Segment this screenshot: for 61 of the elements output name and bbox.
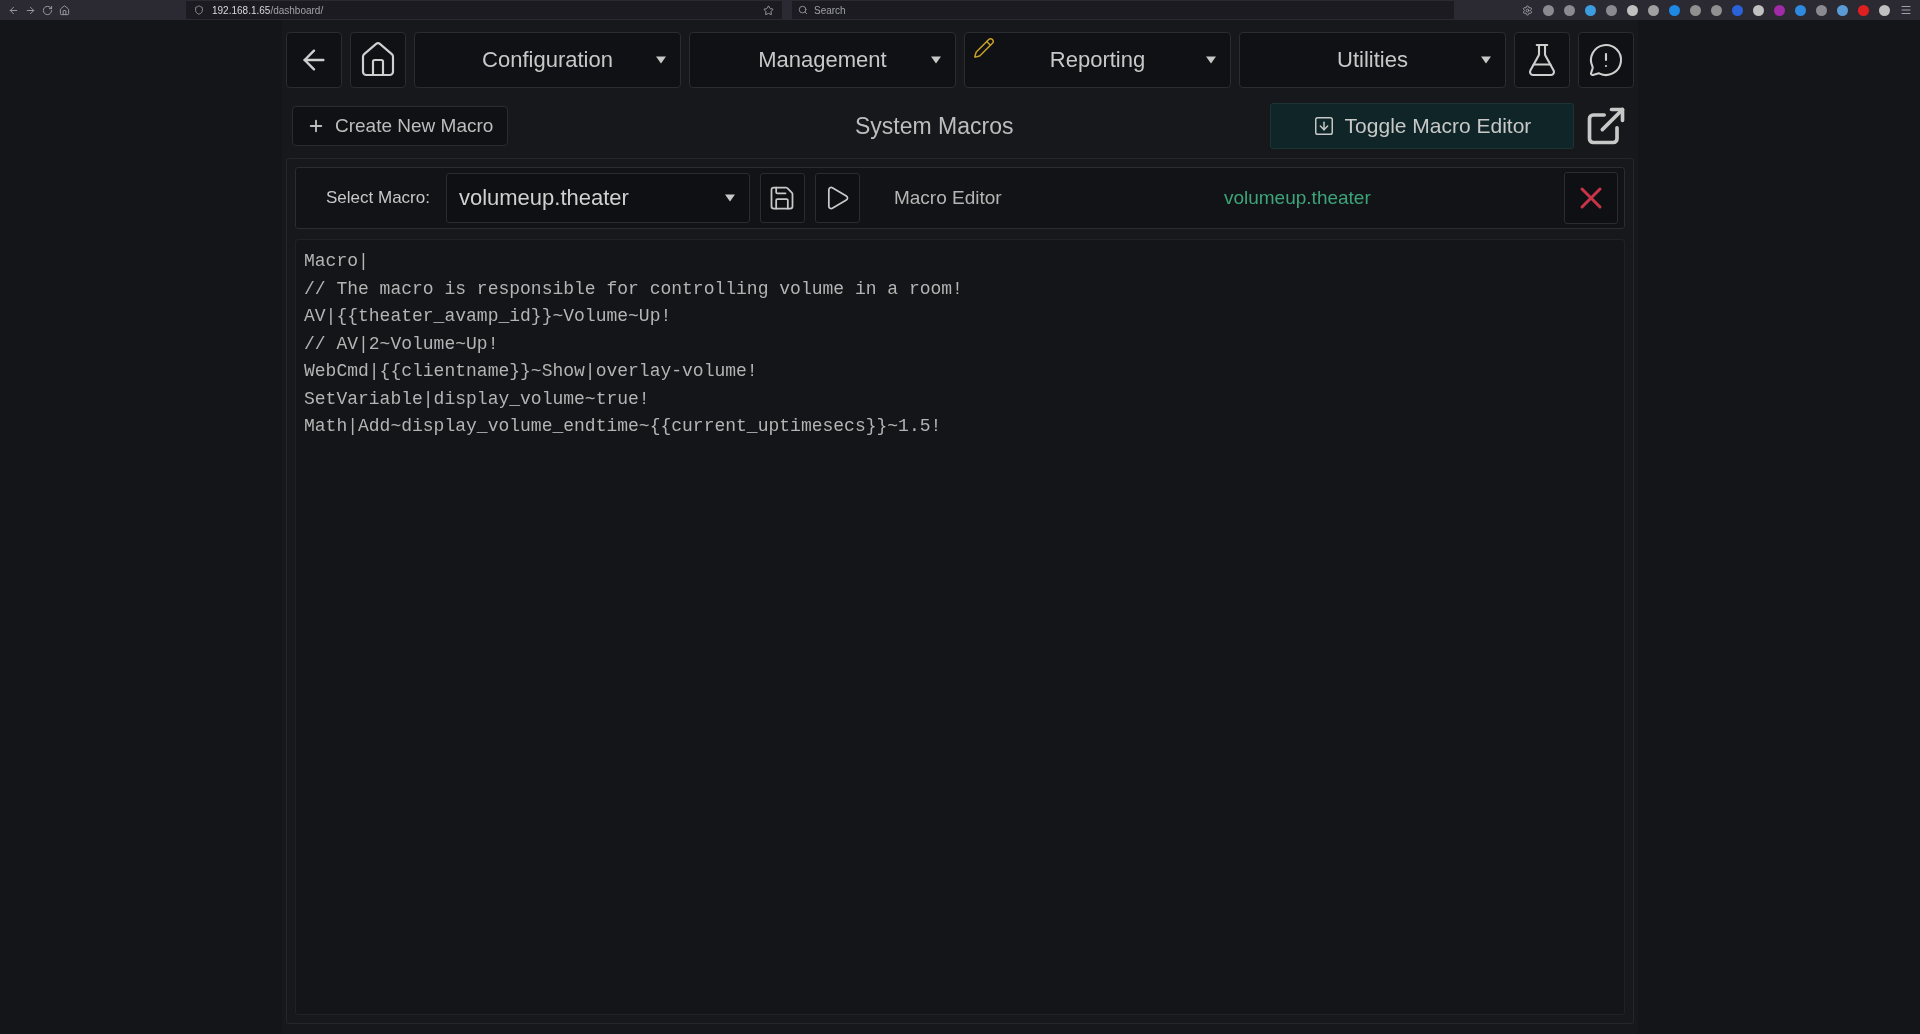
- macro-select[interactable]: volumeup.theater: [445, 173, 750, 223]
- extension-icon[interactable]: [1585, 4, 1596, 16]
- home-icon[interactable]: [59, 4, 70, 16]
- code-line: AV|{{theater_avamp_id}}~Volume~Up!: [304, 305, 673, 328]
- url-path: /dashboard/: [270, 4, 324, 16]
- reload-icon[interactable]: [42, 4, 53, 16]
- caret-icon: [656, 56, 666, 64]
- extension-icon[interactable]: [1753, 4, 1764, 16]
- page-title: System Macros: [853, 112, 1015, 140]
- macro-name: volumeup.theater: [1223, 187, 1372, 209]
- extension-icon[interactable]: [1543, 4, 1554, 16]
- nav-menu[interactable]: Reporting: [964, 32, 1231, 88]
- nav-menu[interactable]: Management: [689, 32, 956, 88]
- extension-icon[interactable]: [1564, 4, 1575, 16]
- extension-icon[interactable]: [1816, 4, 1827, 16]
- download-icon: [1312, 115, 1335, 137]
- back-icon[interactable]: [8, 4, 19, 16]
- bookmark-star-icon[interactable]: [763, 4, 774, 16]
- settings-icon[interactable]: [1522, 4, 1533, 16]
- code-line: SetVariable|display_volume~true!: [304, 387, 651, 411]
- shield-icon: [194, 5, 204, 15]
- save-button[interactable]: [759, 173, 805, 223]
- extension-icon[interactable]: [1606, 4, 1617, 16]
- extension-icon[interactable]: [1648, 4, 1659, 16]
- caret-icon: [931, 56, 941, 64]
- pencil-icon: [973, 37, 995, 59]
- play-button[interactable]: [814, 173, 860, 223]
- editor-heading: Macro Editor: [893, 187, 1003, 209]
- code-line: Math|Add~display_volume_endtime~{{current_uptimesecs}}~1.5!: [304, 415, 943, 438]
- close-button[interactable]: [1564, 172, 1618, 224]
- forward-icon[interactable]: [25, 4, 36, 16]
- nav-menu[interactable]: Utilities: [1239, 32, 1506, 88]
- extension-icon[interactable]: [1669, 4, 1680, 16]
- search-icon: [798, 5, 808, 15]
- code-line: Macro|: [304, 250, 370, 273]
- flask-button[interactable]: [1514, 32, 1570, 88]
- plus-icon: [307, 117, 325, 135]
- alert-button[interactable]: [1578, 32, 1634, 88]
- address-bar[interactable]: 192.168.1.65/dashboard/: [186, 1, 782, 19]
- extension-icon[interactable]: [1711, 4, 1722, 16]
- create-macro-button[interactable]: Create New Macro: [292, 106, 509, 146]
- caret-icon: [1481, 56, 1491, 64]
- code-line: WebCmd|{{clientname}}~Show|overlay-volume!: [304, 360, 759, 383]
- extension-icon[interactable]: [1690, 4, 1701, 16]
- extension-icon[interactable]: [1879, 4, 1890, 16]
- menu-icon[interactable]: [1900, 4, 1912, 16]
- extension-icon[interactable]: [1627, 4, 1638, 16]
- select-label: Select Macro:: [326, 188, 430, 208]
- search-field[interactable]: Search: [792, 1, 1454, 19]
- caret-icon: [1206, 56, 1216, 64]
- url-host: 192.168.1.65: [212, 4, 271, 16]
- nav-menu[interactable]: Configuration: [414, 32, 681, 88]
- extension-icon[interactable]: [1837, 4, 1848, 16]
- extension-icon[interactable]: [1795, 4, 1806, 16]
- code-line: // AV|2~Volume~Up!: [304, 332, 500, 356]
- code-line: // The macro is responsible for controlling volume in a room!: [304, 277, 964, 301]
- back-button[interactable]: [286, 32, 342, 88]
- alert-bubble-icon: [1588, 42, 1624, 78]
- home-button[interactable]: [350, 32, 406, 88]
- search-placeholder: Search: [814, 4, 846, 16]
- toggle-editor-button[interactable]: Toggle Macro Editor: [1270, 103, 1574, 149]
